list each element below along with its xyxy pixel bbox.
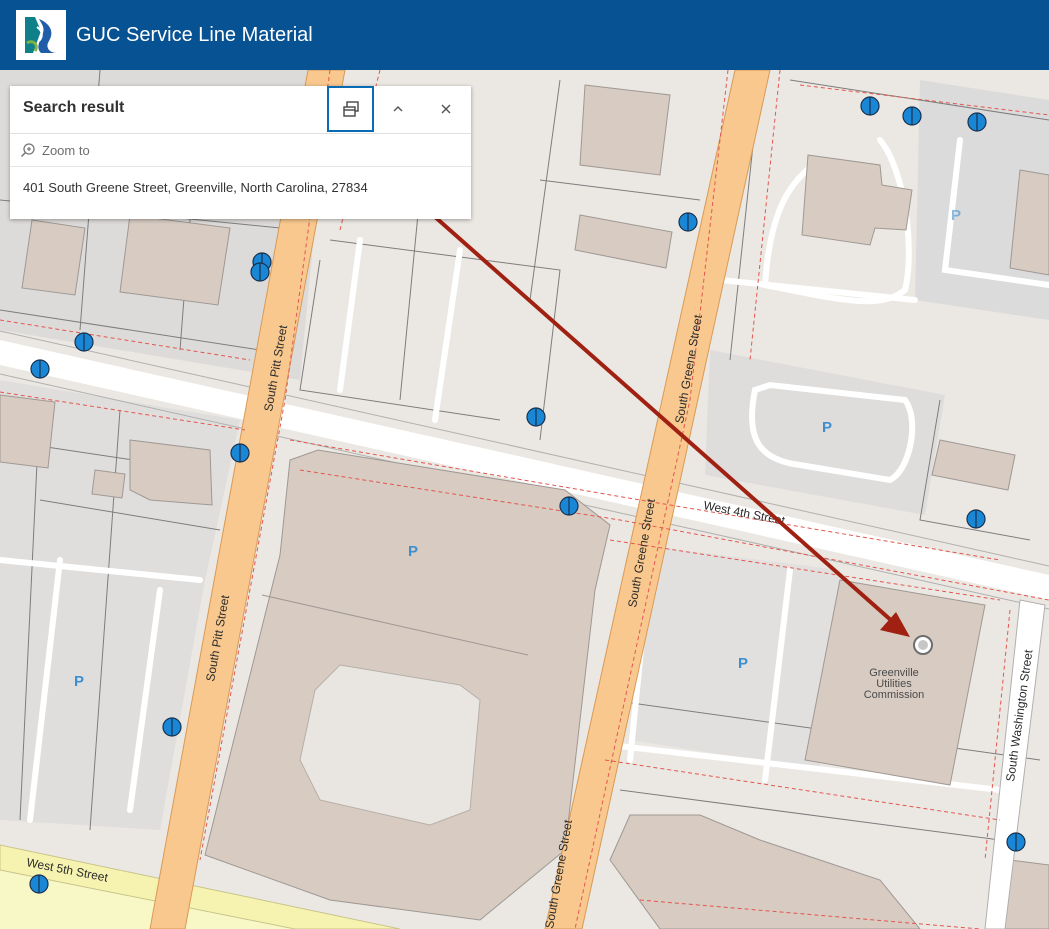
app-header: GUC Service Line Material bbox=[0, 0, 1049, 70]
location-marker-center bbox=[918, 640, 928, 650]
service-line-marker[interactable] bbox=[74, 332, 94, 352]
dock-button[interactable] bbox=[327, 86, 374, 132]
service-line-marker[interactable] bbox=[29, 874, 49, 894]
service-line-marker[interactable] bbox=[250, 262, 270, 282]
service-line-marker[interactable] bbox=[230, 443, 250, 463]
search-result-panel: Search result Zoom to 401 South Greene S… bbox=[10, 86, 471, 219]
service-line-marker[interactable] bbox=[966, 509, 986, 529]
service-line-marker[interactable] bbox=[30, 359, 50, 379]
guc-logo-icon[interactable] bbox=[16, 10, 66, 60]
service-line-marker[interactable] bbox=[526, 407, 546, 427]
parking-label: P bbox=[822, 419, 832, 436]
service-line-marker[interactable] bbox=[1006, 832, 1026, 852]
parking-label: P bbox=[408, 543, 418, 560]
service-line-marker[interactable] bbox=[559, 496, 579, 516]
zoom-to-button[interactable]: Zoom to bbox=[10, 134, 471, 167]
service-line-marker[interactable] bbox=[860, 96, 880, 116]
dock-icon bbox=[342, 101, 359, 117]
collapse-button[interactable] bbox=[376, 86, 420, 132]
zoom-to-label: Zoom to bbox=[42, 142, 90, 158]
zoom-in-icon bbox=[20, 143, 35, 158]
service-line-marker[interactable] bbox=[678, 212, 698, 232]
app-title: GUC Service Line Material bbox=[76, 23, 313, 46]
building-label: Commission bbox=[864, 689, 925, 701]
chevron-up-icon bbox=[393, 106, 403, 112]
parking-label: P bbox=[951, 207, 961, 224]
service-line-marker[interactable] bbox=[162, 717, 182, 737]
parking-label: P bbox=[738, 655, 748, 672]
panel-title: Search result bbox=[23, 99, 125, 116]
search-result-item[interactable]: 401 South Greene Street, Greenville, Nor… bbox=[10, 167, 471, 195]
close-icon bbox=[441, 104, 451, 114]
service-line-marker[interactable] bbox=[967, 112, 987, 132]
parking-label: P bbox=[74, 673, 84, 690]
panel-header: Search result bbox=[10, 86, 471, 134]
service-line-marker[interactable] bbox=[902, 106, 922, 126]
close-button[interactable] bbox=[422, 86, 470, 132]
